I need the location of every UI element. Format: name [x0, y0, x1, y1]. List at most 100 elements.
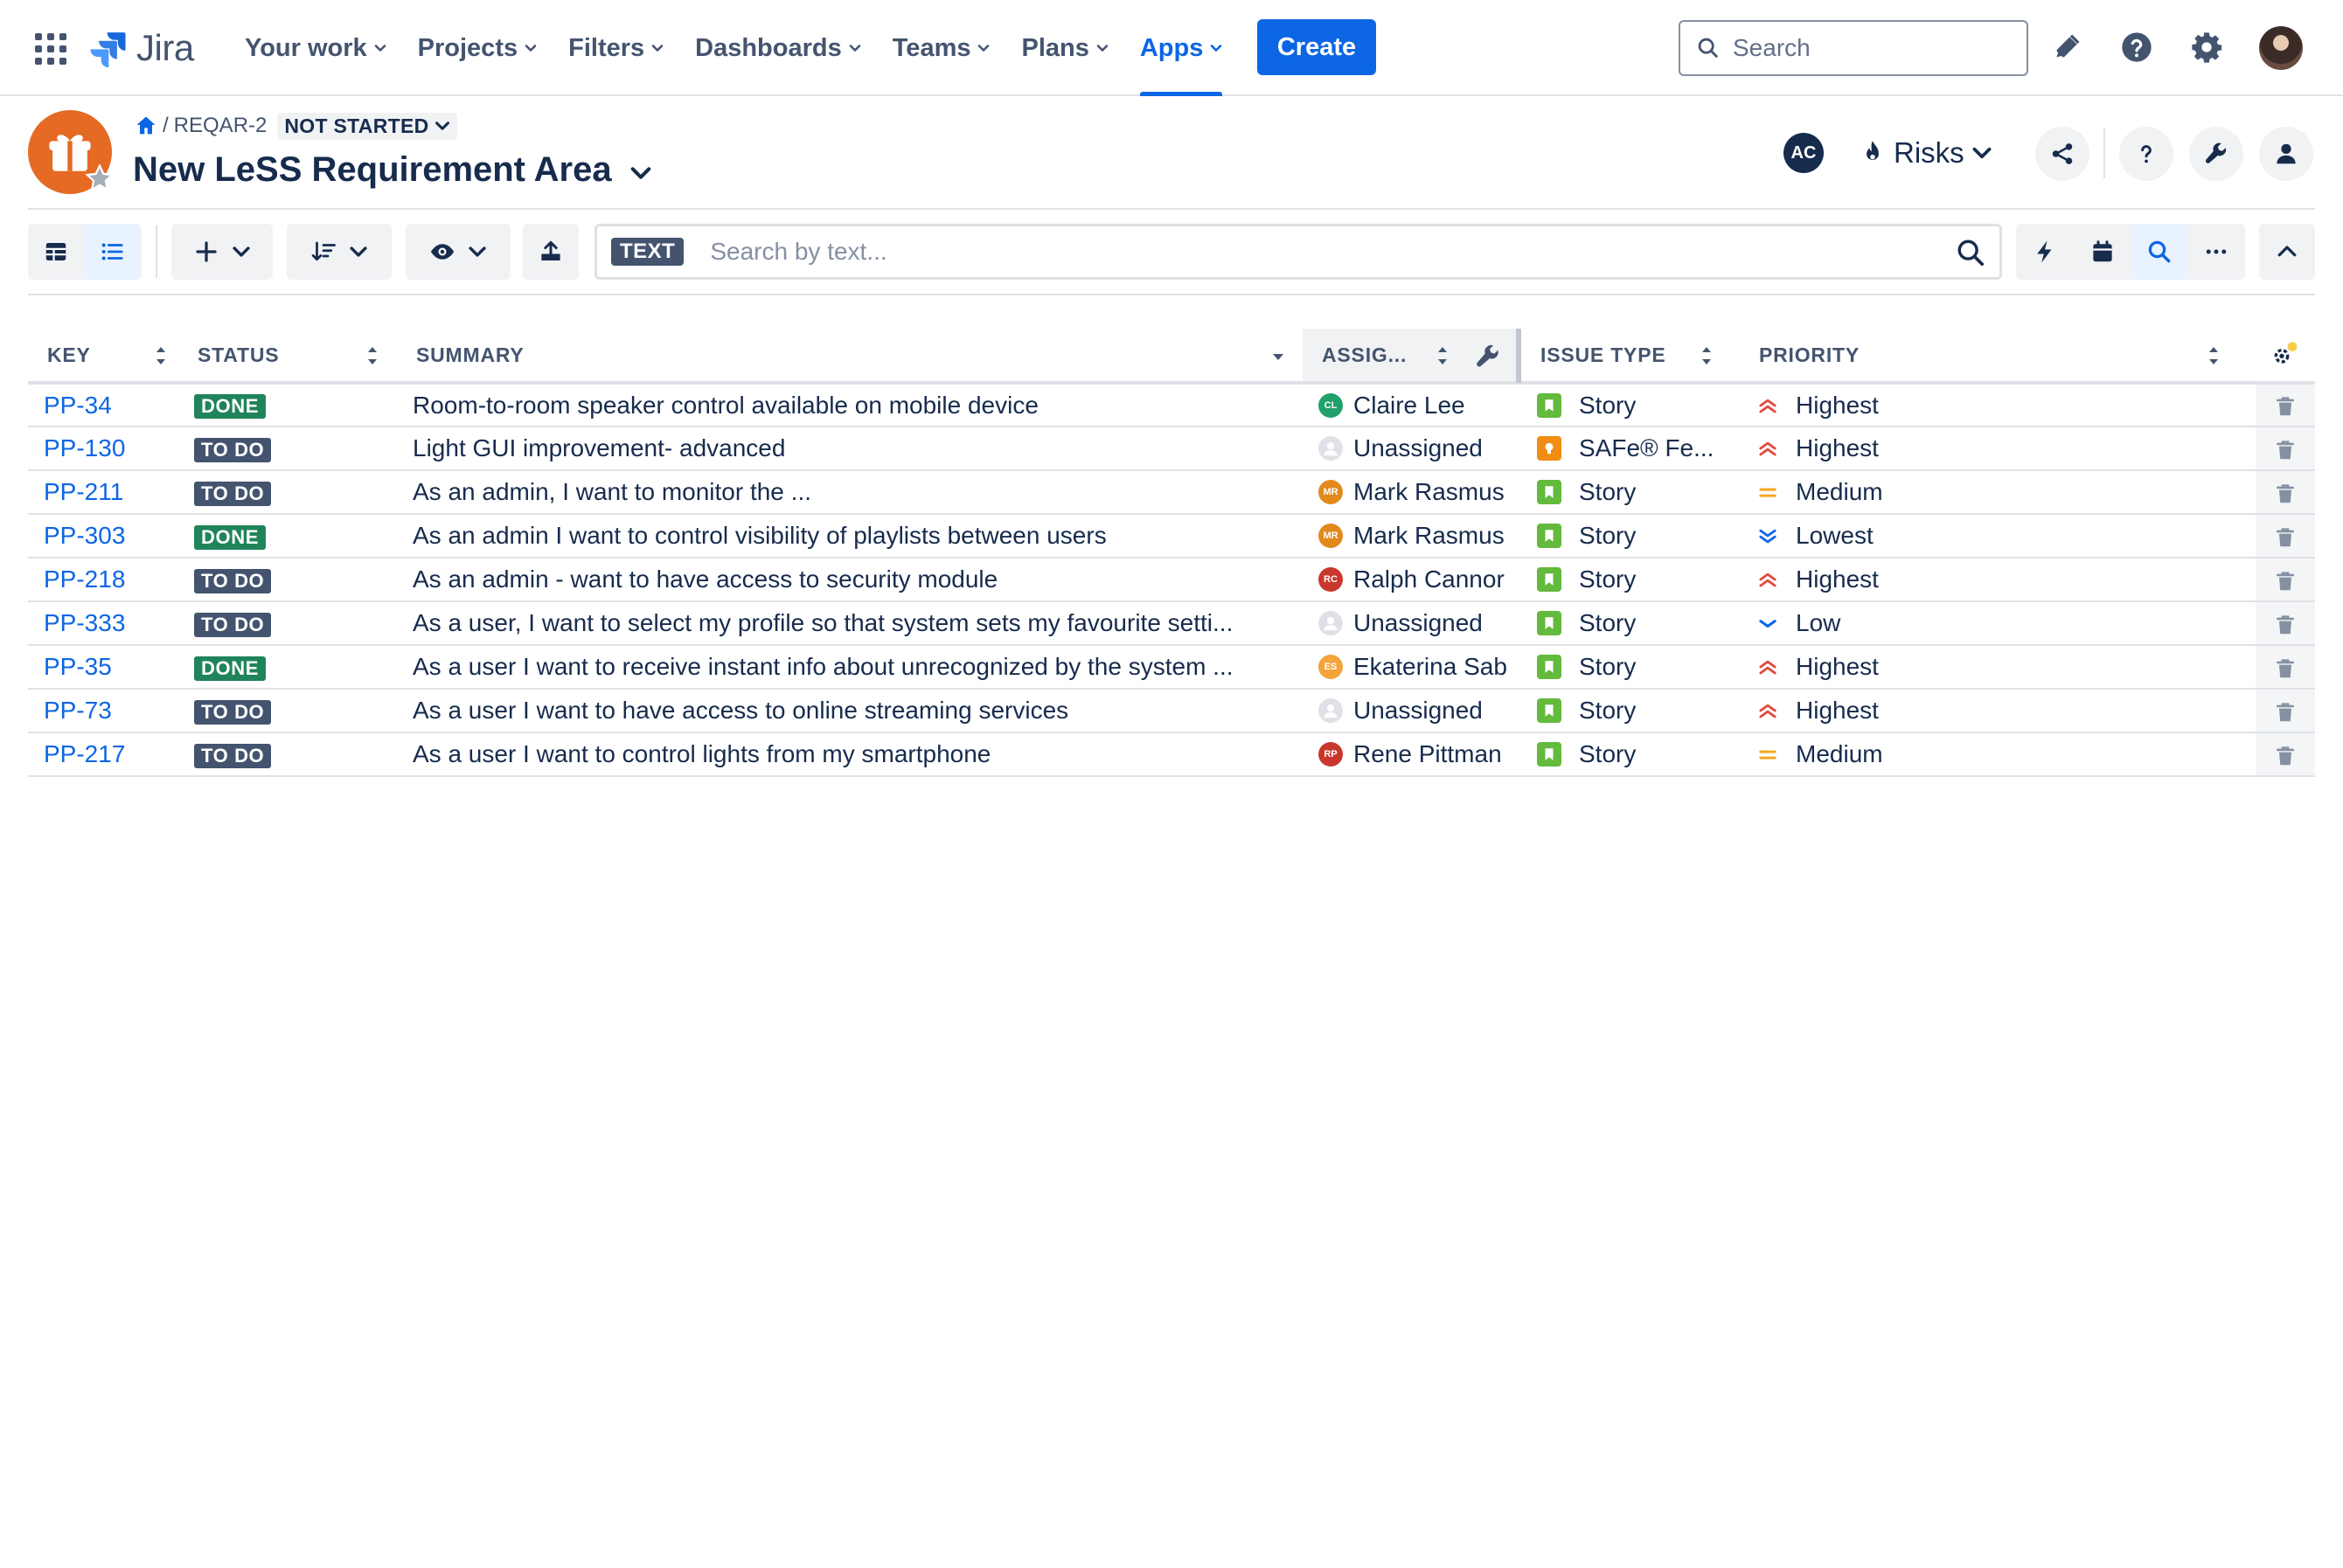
table-row[interactable]: PP-217 TO DO As a user I want to control…	[28, 732, 2315, 777]
priority-cell[interactable]: Highest	[1740, 558, 2256, 602]
issue-key-link[interactable]: PP-218	[44, 565, 125, 593]
summary-cell[interactable]: As an admin I want to control visibility…	[397, 514, 1303, 559]
nav-your-work[interactable]: Your work	[229, 0, 402, 96]
summary-cell[interactable]: As a user, I want to select my profile s…	[397, 601, 1303, 646]
trash-icon[interactable]	[2274, 482, 2297, 506]
summary-cell[interactable]: As a user I want to receive instant info…	[397, 645, 1303, 690]
trash-icon[interactable]	[2274, 569, 2297, 593]
issue-key-link[interactable]: PP-333	[44, 609, 125, 636]
trash-icon[interactable]	[2274, 613, 2297, 637]
status-dropdown[interactable]: NOT STARTED	[277, 112, 457, 140]
priority-cell[interactable]: Lowest	[1740, 514, 2256, 559]
sort-icon[interactable]	[1436, 343, 1450, 369]
trash-icon[interactable]	[2274, 525, 2297, 550]
search-toggle-button[interactable]	[2131, 224, 2187, 280]
issue-key-link[interactable]: PP-35	[44, 653, 112, 680]
share-button[interactable]	[2035, 127, 2089, 181]
priority-cell[interactable]: Highest	[1740, 689, 2256, 733]
status-cell[interactable]: DONE	[178, 514, 397, 559]
calendar-button[interactable]	[2074, 224, 2131, 280]
collapse-button[interactable]	[2259, 224, 2315, 280]
summary-cell[interactable]: As an admin, I want to monitor the ...	[397, 470, 1303, 515]
summary-cell[interactable]: As an admin - want to have access to sec…	[397, 558, 1303, 602]
issue-type-cell[interactable]: Story	[1521, 689, 1740, 733]
star-icon[interactable]	[84, 163, 115, 194]
page-title[interactable]: New LeSS Requirement Area	[133, 150, 652, 190]
status-lozenge[interactable]: TO DO	[194, 568, 272, 593]
breadcrumb-key[interactable]: REQAR-2	[174, 114, 268, 138]
assignee-cell[interactable]: MR Mark Rasmus	[1303, 514, 1521, 559]
assignee-cell[interactable]: Unassigned	[1303, 427, 1521, 471]
summary-cell[interactable]: As a user I want to control lights from …	[397, 732, 1303, 777]
add-dropdown[interactable]	[171, 224, 273, 280]
sort-icon[interactable]	[1700, 343, 1714, 369]
issue-type-cell[interactable]: Story	[1521, 645, 1740, 690]
assignee-cell[interactable]: RP Rene Pittman	[1303, 732, 1521, 777]
status-cell[interactable]: TO DO	[178, 732, 397, 777]
summary-cell[interactable]: As a user I want to have access to onlin…	[397, 689, 1303, 733]
assignee-cell[interactable]: Unassigned	[1303, 601, 1521, 646]
summary-cell[interactable]: Light GUI improvement- advanced	[397, 427, 1303, 471]
nav-dashboards[interactable]: Dashboards	[679, 0, 877, 96]
trash-icon[interactable]	[2274, 744, 2297, 768]
wrench-icon[interactable]	[1474, 343, 1502, 371]
table-row[interactable]: PP-35 DONE As a user I want to receive i…	[28, 645, 2315, 690]
issue-key-link[interactable]: PP-130	[44, 434, 125, 461]
nav-projects[interactable]: Projects	[402, 0, 553, 96]
trash-icon[interactable]	[2274, 438, 2297, 462]
status-lozenge[interactable]: TO DO	[194, 699, 272, 725]
jira-logo[interactable]: Jira	[89, 26, 194, 70]
sort-icon[interactable]	[365, 343, 379, 369]
issue-type-cell[interactable]: Story	[1521, 470, 1740, 515]
nav-filters[interactable]: Filters	[553, 0, 679, 96]
column-header-status[interactable]: STATUS	[178, 329, 397, 385]
issue-type-cell[interactable]: Story	[1521, 601, 1740, 646]
issue-type-cell[interactable]: Story	[1521, 732, 1740, 777]
status-lozenge[interactable]: TO DO	[194, 612, 272, 637]
more-actions-button[interactable]	[2187, 224, 2245, 280]
nav-plans[interactable]: Plans	[1005, 0, 1123, 96]
status-cell[interactable]: TO DO	[178, 689, 397, 733]
trash-icon[interactable]	[2274, 656, 2297, 681]
automation-button[interactable]	[2016, 224, 2074, 280]
sort-icon[interactable]	[2207, 343, 2221, 369]
issue-key-link[interactable]: PP-211	[44, 478, 123, 505]
global-search-input[interactable]: Search	[1679, 20, 2028, 76]
table-row[interactable]: PP-303 DONE As an admin I want to contro…	[28, 514, 2315, 559]
status-cell[interactable]: TO DO	[178, 427, 397, 471]
status-cell[interactable]: DONE	[178, 383, 397, 427]
text-search-field[interactable]: TEXT	[594, 224, 2002, 280]
sort-desc-icon[interactable]	[1271, 350, 1285, 364]
sort-icon[interactable]	[154, 343, 168, 369]
status-cell[interactable]: TO DO	[178, 601, 397, 646]
assignee-cell[interactable]: ES Ekaterina Sab	[1303, 645, 1521, 690]
nav-apps[interactable]: Apps	[1124, 0, 1239, 96]
profile-button[interactable]	[2259, 127, 2313, 181]
trash-icon[interactable]	[2274, 700, 2297, 725]
priority-cell[interactable]: Medium	[1740, 732, 2256, 777]
priority-cell[interactable]: Low	[1740, 601, 2256, 646]
table-row[interactable]: PP-211 TO DO As an admin, I want to moni…	[28, 470, 2315, 515]
status-lozenge[interactable]: DONE	[194, 524, 266, 550]
table-row[interactable]: PP-73 TO DO As a user I want to have acc…	[28, 689, 2315, 733]
text-search-input[interactable]	[710, 238, 1935, 266]
priority-cell[interactable]: Highest	[1740, 645, 2256, 690]
issue-type-cell[interactable]: Story	[1521, 514, 1740, 559]
table-row[interactable]: PP-333 TO DO As a user, I want to select…	[28, 601, 2315, 646]
assignee-cell[interactable]: CL Claire Lee	[1303, 383, 1521, 427]
column-header-key[interactable]: KEY	[28, 329, 178, 385]
column-header-summary[interactable]: SUMMARY	[397, 329, 1303, 385]
table-row[interactable]: PP-130 TO DO Light GUI improvement- adva…	[28, 427, 2315, 471]
column-header-issue-type[interactable]: ISSUE TYPE	[1521, 329, 1740, 385]
configure-button[interactable]	[2189, 127, 2243, 181]
help-button[interactable]	[2119, 127, 2173, 181]
user-avatar[interactable]	[2259, 26, 2303, 70]
status-lozenge[interactable]: DONE	[194, 656, 266, 681]
sort-dropdown[interactable]	[287, 224, 392, 280]
notifications-button[interactable]	[2046, 26, 2088, 68]
status-cell[interactable]: TO DO	[178, 470, 397, 515]
assignee-cell[interactable]: Unassigned	[1303, 689, 1521, 733]
issue-type-cell[interactable]: Story	[1521, 558, 1740, 602]
status-cell[interactable]: DONE	[178, 645, 397, 690]
column-header-priority[interactable]: PRIORITY	[1740, 329, 2256, 385]
